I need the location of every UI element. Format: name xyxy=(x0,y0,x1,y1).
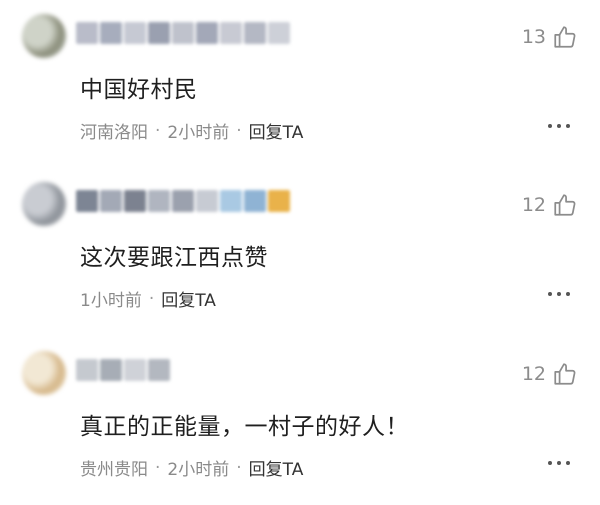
reply-button[interactable]: 回复TA xyxy=(249,118,304,143)
dot xyxy=(548,124,552,128)
dot xyxy=(557,124,561,128)
separator: · xyxy=(236,457,242,478)
timestamp: 2小时前 xyxy=(167,460,230,480)
like-count: 12 xyxy=(521,194,546,216)
username-blurred[interactable] xyxy=(76,359,170,383)
dot xyxy=(557,292,561,296)
comment-item: 12 这次要跟江西点赞 1小时前 · 回复TA xyxy=(0,168,600,336)
like-count: 13 xyxy=(521,26,546,48)
location: 贵州贵阳 xyxy=(80,460,148,480)
comment-item: 12 真正的正能量，一村子的好人！ 贵州贵阳 · 2小时前 · 回复TA xyxy=(0,337,600,505)
separator: · xyxy=(148,288,155,309)
dot xyxy=(557,461,561,465)
avatar[interactable] xyxy=(22,182,66,226)
avatar[interactable] xyxy=(22,351,66,395)
comment-item: 13 中国好村民河南洛阳 · 2小时前 · 回复TA xyxy=(0,0,600,168)
comment-meta: 河南洛阳 · 2小时前 · 回复TA xyxy=(80,118,304,144)
like-count: 12 xyxy=(521,363,546,385)
location: 河南洛阳 xyxy=(80,123,148,143)
comment-text: 中国好村民 xyxy=(80,77,198,103)
comment-text: 这次要跟江西点赞 xyxy=(80,245,268,271)
dot xyxy=(548,292,552,296)
thumbs-up-icon[interactable] xyxy=(552,24,578,50)
reply-button[interactable]: 回复TA xyxy=(161,286,216,311)
timestamp: 2小时前 xyxy=(167,123,230,143)
dot xyxy=(566,292,570,296)
like-button[interactable]: 12 xyxy=(522,361,578,387)
separator: · xyxy=(155,457,161,478)
timestamp: 1小时前 xyxy=(80,291,142,311)
comment-meta: 1小时前 · 回复TA xyxy=(80,286,216,312)
more-options-icon[interactable] xyxy=(548,292,570,296)
reply-button[interactable]: 回复TA xyxy=(249,455,304,480)
thumbs-up-icon[interactable] xyxy=(552,361,578,387)
like-button[interactable]: 12 xyxy=(522,192,578,218)
like-button[interactable]: 13 xyxy=(522,24,578,50)
username-blurred[interactable] xyxy=(76,22,290,46)
thumbs-up-icon[interactable] xyxy=(552,192,578,218)
separator: · xyxy=(236,120,242,141)
avatar[interactable] xyxy=(22,14,66,58)
comment-meta: 贵州贵阳 · 2小时前 · 回复TA xyxy=(80,455,304,481)
more-options-icon[interactable] xyxy=(548,124,570,128)
username-blurred[interactable] xyxy=(76,190,290,214)
more-options-icon[interactable] xyxy=(548,461,570,465)
dot xyxy=(566,461,570,465)
dot xyxy=(566,124,570,128)
comment-text: 真正的正能量，一村子的好人！ xyxy=(80,414,409,440)
separator: · xyxy=(155,120,161,141)
dot xyxy=(548,461,552,465)
